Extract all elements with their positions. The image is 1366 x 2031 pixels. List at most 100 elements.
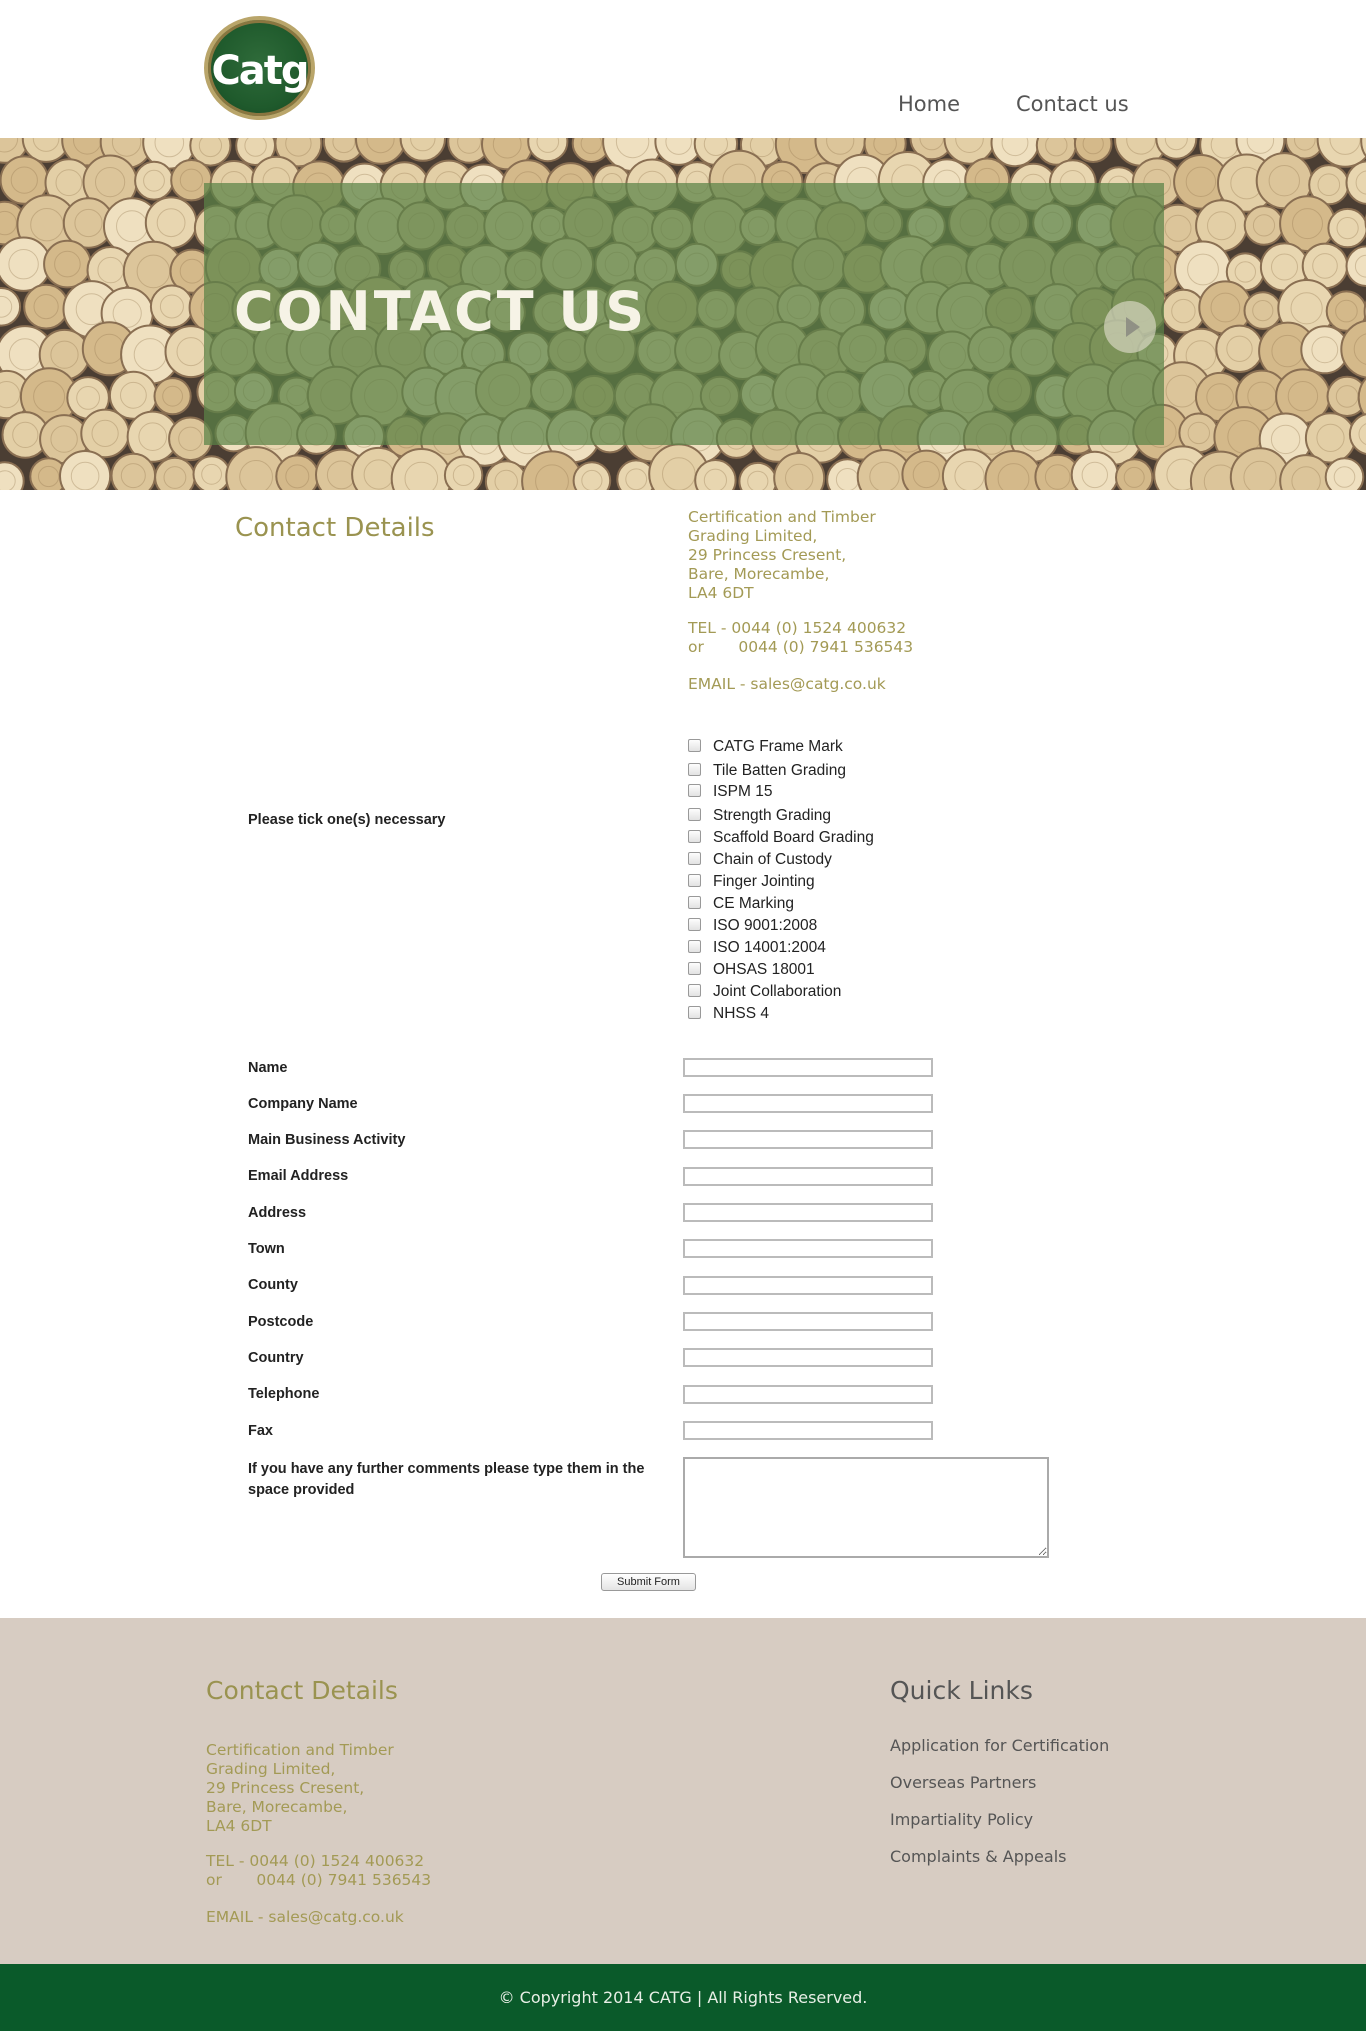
address-line: 29 Princess Cresent,: [206, 1779, 365, 1797]
quick-links-heading: Quick Links: [890, 1676, 1033, 1705]
play-arrow-icon[interactable]: [1104, 301, 1156, 353]
county-label: County: [248, 1277, 298, 1293]
submit-form-button[interactable]: Submit Form: [601, 1573, 696, 1591]
town-label: Town: [248, 1241, 285, 1257]
checkbox-label: ISO 9001:2008: [713, 917, 818, 934]
email-address-input[interactable]: [683, 1167, 933, 1186]
footer-email[interactable]: EMAIL - sales@catg.co.uk: [206, 1908, 404, 1927]
checkbox[interactable]: [688, 896, 701, 909]
checkbox[interactable]: [688, 739, 701, 752]
checkbox[interactable]: [688, 962, 701, 975]
contact-details-heading: Contact Details: [235, 513, 435, 543]
checkbox[interactable]: [688, 808, 701, 821]
quick-link-complaints[interactable]: Complaints & Appeals: [890, 1847, 1066, 1866]
quick-link-impartiality[interactable]: Impartiality Policy: [890, 1810, 1033, 1829]
checkbox[interactable]: [688, 984, 701, 997]
checkbox-label: NHSS 4: [713, 1005, 769, 1022]
town-input[interactable]: [683, 1239, 933, 1258]
address-line: 29 Princess Cresent,: [688, 546, 847, 564]
checkbox-label: Chain of Custody: [713, 851, 832, 868]
checkbox[interactable]: [688, 940, 701, 953]
name-input[interactable]: [683, 1058, 933, 1077]
checkbox-label: OHSAS 18001: [713, 961, 815, 978]
fax-input[interactable]: [683, 1421, 933, 1440]
country-input[interactable]: [683, 1348, 933, 1367]
checkbox-item[interactable]: CE Marking: [688, 895, 794, 915]
checkbox-label: Joint Collaboration: [713, 983, 842, 1000]
address-line: Bare, Morecambe,: [688, 565, 830, 583]
comments-label: If you have any further comments please …: [248, 1461, 645, 1498]
telephone-input[interactable]: [683, 1385, 933, 1404]
address-line: Grading Limited,: [688, 527, 818, 545]
address-label: Address: [248, 1205, 307, 1221]
checkbox[interactable]: [688, 830, 701, 843]
checkbox-label: Finger Jointing: [713, 873, 815, 890]
county-input[interactable]: [683, 1276, 933, 1295]
contact-telephone: TEL - 0044 (0) 1524 400632 or 0044 (0) 7…: [688, 619, 913, 657]
checkbox-item[interactable]: ISO 14001:2004: [688, 939, 826, 959]
address-input[interactable]: [683, 1203, 933, 1222]
name-label: Name: [248, 1060, 288, 1076]
country-label: Country: [248, 1350, 304, 1366]
logo-text: Catg: [211, 48, 309, 94]
checkbox-label: CE Marking: [713, 895, 794, 912]
footer-telephone: TEL - 0044 (0) 1524 400632 or 0044 (0) 7…: [206, 1852, 431, 1890]
checkbox-item[interactable]: Scaffold Board Grading: [688, 829, 874, 849]
checkbox[interactable]: [688, 852, 701, 865]
checkbox-label: ISPM 15: [713, 783, 773, 800]
email-address-label: Email Address: [248, 1168, 349, 1184]
checkbox-label: CATG Frame Mark: [713, 738, 843, 755]
checkbox-item[interactable]: NHSS 4: [688, 1005, 769, 1025]
tel-line: or 0044 (0) 7941 536543: [206, 1871, 432, 1889]
checkbox[interactable]: [688, 1006, 701, 1019]
company-name-label: Company Name: [248, 1096, 358, 1112]
checkbox-item[interactable]: ISO 9001:2008: [688, 917, 817, 937]
site-footer: Contact Details Certification and Timber…: [0, 1618, 1366, 1964]
comments-textarea[interactable]: [683, 1457, 1049, 1558]
fax-label: Fax: [248, 1423, 273, 1439]
business-activity-input[interactable]: [683, 1130, 933, 1149]
checkbox[interactable]: [688, 784, 701, 797]
contact-address: Certification and Timber Grading Limited…: [688, 508, 876, 603]
copyright-text: © Copyright 2014 CATG | All Rights Reser…: [498, 1988, 868, 2007]
checkbox-label: Tile Batten Grading: [713, 762, 846, 779]
hero-banner: CONTACT US: [0, 138, 1366, 490]
postcode-label: Postcode: [248, 1314, 314, 1330]
address-line: Grading Limited,: [206, 1760, 336, 1778]
checkbox-item[interactable]: CATG Frame Mark: [688, 738, 843, 758]
checkbox-item[interactable]: Chain of Custody: [688, 851, 832, 871]
checkbox-item[interactable]: Finger Jointing: [688, 873, 815, 893]
checkbox-item[interactable]: OHSAS 18001: [688, 961, 815, 981]
postcode-input[interactable]: [683, 1312, 933, 1331]
checkbox-item[interactable]: Strength Grading: [688, 807, 831, 827]
contact-email[interactable]: EMAIL - sales@catg.co.uk: [688, 675, 886, 694]
checkbox-item[interactable]: ISPM 15: [688, 783, 772, 803]
checkbox[interactable]: [688, 763, 701, 776]
nav-contact-link[interactable]: Contact us: [1016, 92, 1129, 116]
business-activity-label: Main Business Activity: [248, 1132, 406, 1148]
telephone-label: Telephone: [248, 1386, 320, 1402]
checkbox-item[interactable]: Tile Batten Grading: [688, 762, 846, 782]
address-line: Certification and Timber: [688, 508, 876, 526]
site-header: Catg Home Contact us: [0, 0, 1366, 138]
hero-overlay: CONTACT US: [204, 183, 1164, 445]
footer-contact-heading: Contact Details: [206, 1676, 398, 1705]
checkbox-label: ISO 14001:2004: [713, 939, 826, 956]
tel-line: or 0044 (0) 7941 536543: [688, 638, 914, 656]
checkbox-label: Scaffold Board Grading: [713, 829, 874, 846]
copyright-bar: © Copyright 2014 CATG | All Rights Reser…: [0, 1964, 1366, 2031]
footer-address: Certification and Timber Grading Limited…: [206, 1741, 394, 1836]
checkbox[interactable]: [688, 918, 701, 931]
address-line: Bare, Morecambe,: [206, 1798, 348, 1816]
catg-logo[interactable]: Catg: [204, 16, 315, 120]
quick-link-overseas-partners[interactable]: Overseas Partners: [890, 1773, 1036, 1792]
nav-home-link[interactable]: Home: [898, 92, 960, 116]
address-line: LA4 6DT: [688, 584, 754, 602]
tick-instruction-label: Please tick one(s) necessary: [248, 812, 446, 828]
address-line: LA4 6DT: [206, 1817, 272, 1835]
checkbox[interactable]: [688, 874, 701, 887]
quick-link-application[interactable]: Application for Certification: [890, 1736, 1109, 1755]
address-line: Certification and Timber: [206, 1741, 394, 1759]
company-name-input[interactable]: [683, 1094, 933, 1113]
checkbox-item[interactable]: Joint Collaboration: [688, 983, 841, 1003]
